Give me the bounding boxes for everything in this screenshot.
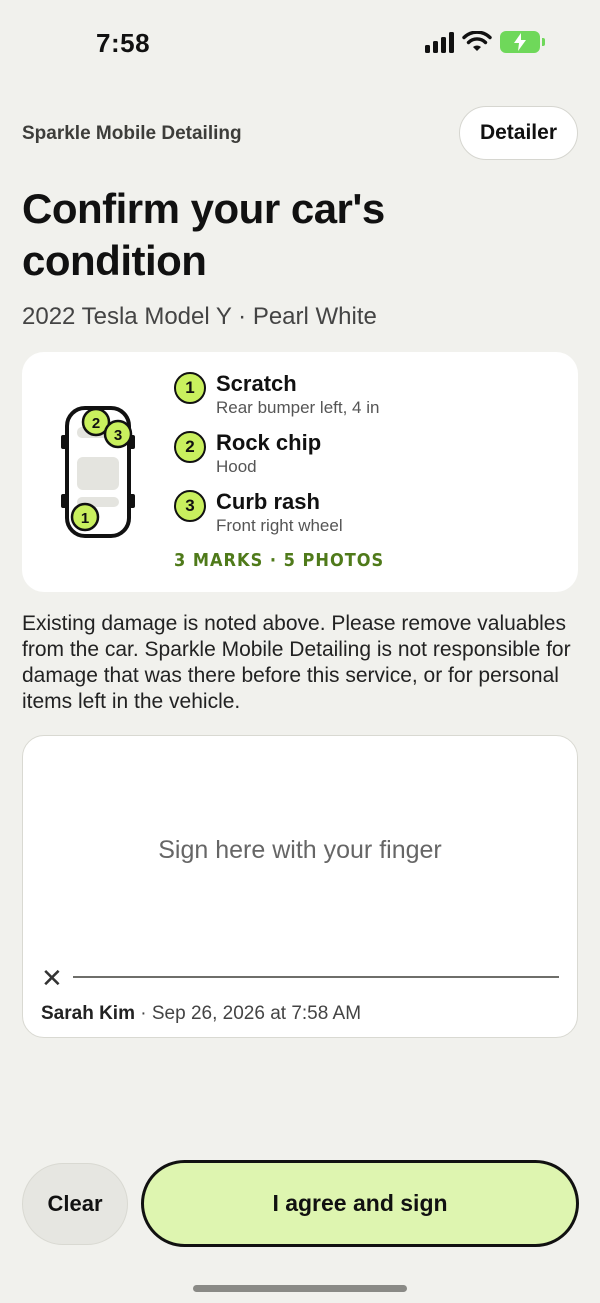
signer-name: Sarah Kim — [41, 1003, 135, 1024]
damage-name: Rock chip — [216, 430, 322, 455]
svg-text:2: 2 — [92, 415, 100, 432]
agree-and-sign-button[interactable]: I agree and sign — [141, 1160, 579, 1247]
damage-detail: Front right wheel — [216, 516, 343, 535]
svg-text:3: 3 — [114, 427, 122, 444]
damage-detail: Hood — [216, 457, 257, 476]
damage-item[interactable]: 1 Scratch Rear bumper left, 4 in — [174, 370, 379, 429]
liability-disclaimer: Existing damage is noted above. Please r… — [22, 612, 571, 713]
home-indicator[interactable] — [193, 1285, 407, 1292]
damage-name: Scratch — [216, 371, 297, 396]
svg-text:1: 1 — [81, 510, 89, 527]
damage-marker-1[interactable]: 1 — [70, 502, 100, 532]
signature-x-icon: ✕ — [41, 963, 63, 993]
car-mirror-left — [61, 435, 67, 449]
signer-info: Sarah Kim · Sep 26, 2026 at 7:58 AM — [41, 1003, 361, 1025]
signature-line — [73, 976, 559, 978]
damage-item[interactable]: 3 Curb rash Front right wheel — [174, 488, 379, 547]
car-wheel-rear-left — [61, 494, 67, 508]
clear-button[interactable]: Clear — [22, 1163, 128, 1245]
damage-name: Curb rash — [216, 489, 320, 514]
detailer-button[interactable]: Detailer — [458, 106, 578, 160]
car-diagram[interactable]: 2 3 1 — [58, 402, 148, 547]
wifi-icon — [462, 31, 492, 51]
status-time: 7:58 — [96, 28, 151, 58]
damage-number-badge: 2 — [174, 431, 206, 463]
header: Sparkle Mobile Detailing Detailer — [22, 106, 578, 160]
status-bar: 7:58 — [0, 0, 600, 90]
damage-number-badge: 3 — [174, 490, 206, 522]
status-icons — [425, 31, 545, 53]
brand-name: Sparkle Mobile Detailing — [22, 123, 242, 144]
damage-summary-card: 2 3 1 1 Scratch Rear bumper left, 4 in 2… — [22, 352, 578, 592]
signature-placeholder: Sign here with your finger — [158, 836, 442, 864]
signature-timestamp: · Sep 26, 2026 at 7:58 AM — [140, 1003, 362, 1024]
damage-list: 1 Scratch Rear bumper left, 4 in 2 Rock … — [174, 370, 379, 547]
damage-detail: Rear bumper left, 4 in — [216, 398, 380, 417]
cellular-signal-icon — [425, 31, 454, 53]
damage-summary-count: 3 MARKS · 5 PHOTOS — [174, 550, 385, 571]
damage-item[interactable]: 2 Rock chip Hood — [174, 429, 379, 488]
car-roof — [77, 457, 119, 490]
damage-marker-3[interactable]: 3 — [103, 419, 133, 449]
page-title: Confirm your car's condition — [22, 185, 385, 284]
damage-number-badge: 1 — [174, 372, 206, 404]
signature-pad[interactable]: Sign here with your finger ✕ Sarah Kim ·… — [22, 735, 578, 1038]
car-wheel-rear-right — [129, 494, 135, 508]
battery-charging-icon — [500, 31, 545, 53]
vehicle-info: 2022 Tesla Model Y · Pearl White — [22, 303, 377, 330]
